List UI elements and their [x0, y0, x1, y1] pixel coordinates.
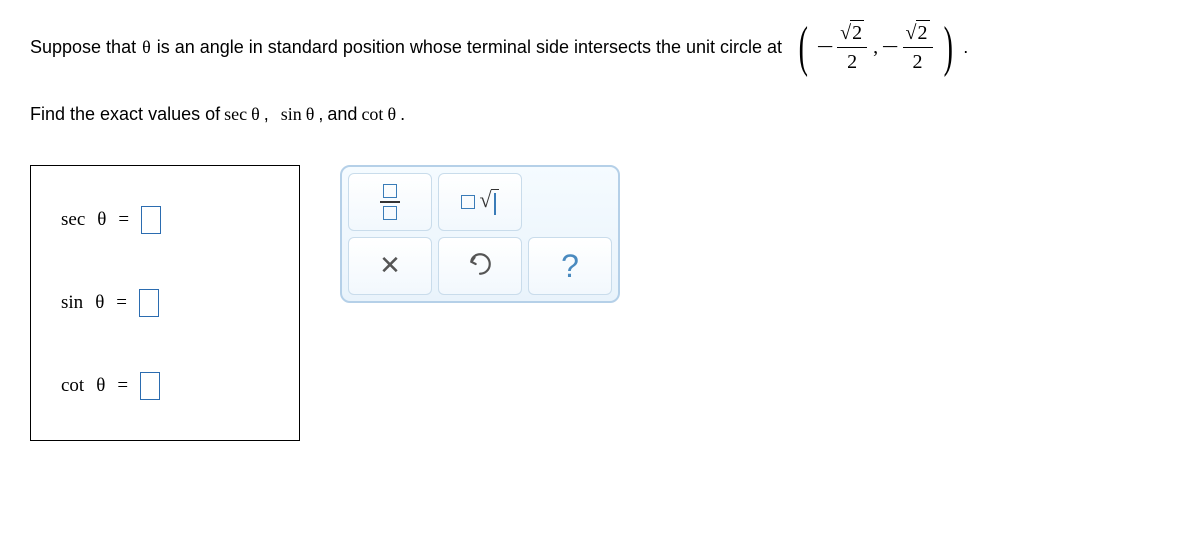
- theta-symbol: θ: [95, 292, 104, 314]
- sqrt-button[interactable]: √: [438, 173, 522, 231]
- answer-row-sin: sinθ =: [61, 289, 249, 317]
- equals: =: [116, 292, 127, 314]
- question-line: Suppose that θ is an angle in standard p…: [30, 20, 1170, 74]
- fn-cot: cot: [361, 104, 383, 125]
- label-sin: sin: [61, 292, 83, 314]
- help-icon: ?: [561, 248, 579, 285]
- right-paren: ): [943, 25, 952, 70]
- fn-sec: sec: [224, 104, 247, 125]
- undo-button[interactable]: [438, 237, 522, 295]
- prompt-prefix: Find the exact values of: [30, 104, 220, 125]
- equals: =: [117, 375, 128, 397]
- fn-sin: sin: [281, 104, 302, 125]
- y-fraction: √ 2 2: [903, 20, 933, 74]
- answer-row-cot: cotθ =: [61, 372, 249, 400]
- work-area: secθ = sinθ = cotθ =: [30, 165, 1170, 441]
- math-toolbar: √ ✕ ?: [340, 165, 620, 303]
- theta-symbol: θ: [96, 375, 105, 397]
- x-icon: ✕: [379, 251, 401, 281]
- undo-icon: [467, 251, 493, 282]
- sqrt-icon: √ 2: [906, 20, 930, 45]
- coord-comma: ,: [873, 36, 878, 59]
- answer-row-sec: secθ =: [61, 206, 249, 234]
- answer-box: secθ = sinθ = cotθ =: [30, 165, 300, 441]
- question-text-mid: is an angle in standard position whose t…: [157, 37, 782, 58]
- prompt-period: .: [400, 104, 405, 125]
- y-sign: −: [882, 34, 899, 60]
- fraction-icon: [380, 184, 400, 220]
- input-cot[interactable]: [140, 372, 160, 400]
- prompt-sep1: ,: [264, 104, 269, 125]
- input-sec[interactable]: [141, 206, 161, 234]
- fraction-button[interactable]: [348, 173, 432, 231]
- prompt-line: Find the exact values of sec θ , sin θ ,…: [30, 104, 1170, 125]
- equals: =: [118, 209, 129, 231]
- toolbar-row-1: √: [348, 173, 612, 231]
- coordinate-point: ( − √ 2 2 , − √ 2 2 ): [794, 20, 957, 74]
- theta-symbol: θ: [97, 209, 106, 231]
- sqrt-icon: √: [461, 189, 498, 215]
- x-fraction: √ 2 2: [837, 20, 867, 74]
- input-sin[interactable]: [139, 289, 159, 317]
- question-text-prefix: Suppose that: [30, 37, 136, 58]
- x-sign: −: [816, 34, 833, 60]
- clear-button[interactable]: ✕: [348, 237, 432, 295]
- theta-symbol: θ: [306, 104, 315, 125]
- theta-symbol: θ: [142, 37, 151, 58]
- theta-symbol: θ: [387, 104, 396, 125]
- label-sec: sec: [61, 209, 85, 231]
- prompt-sep2: ,: [318, 104, 323, 125]
- help-button[interactable]: ?: [528, 237, 612, 295]
- left-paren: (: [799, 25, 808, 70]
- toolbar-row-2: ✕ ?: [348, 237, 612, 295]
- question-period: .: [963, 37, 968, 58]
- theta-symbol: θ: [251, 104, 260, 125]
- sqrt-icon: √ 2: [840, 20, 864, 45]
- prompt-and: and: [327, 104, 357, 125]
- label-cot: cot: [61, 375, 84, 397]
